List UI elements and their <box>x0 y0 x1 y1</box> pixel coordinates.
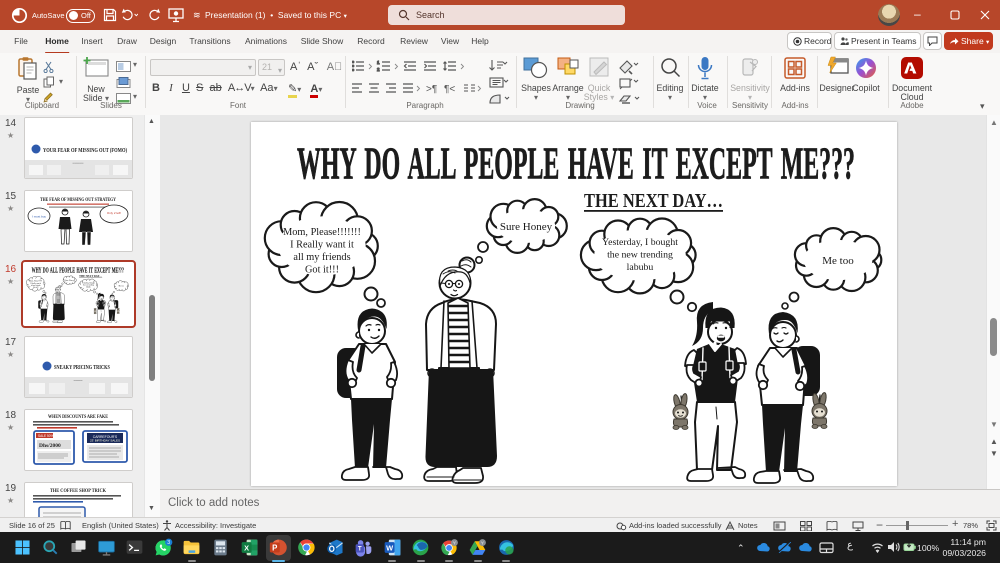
svg-text:Only 2 left!: Only 2 left! <box>107 211 122 215</box>
svg-text:T: T <box>358 545 362 552</box>
svg-text:Mom, Please!!!!!!!: Mom, Please!!!!!!! <box>283 227 361 238</box>
svg-text:Dhs/2000: Dhs/2000 <box>39 443 61 449</box>
svg-text:▬▬▬▬: ▬▬▬▬ <box>74 380 84 382</box>
svg-text:THE COFFEE SHOP TRICK: THE COFFEE SHOP TRICK <box>50 488 107 494</box>
svg-text:Sure Honey: Sure Honey <box>500 221 553 233</box>
svg-text:1: 1 <box>377 60 380 65</box>
svg-text:THE NEXT DAY…: THE NEXT DAY… <box>584 190 723 212</box>
svg-text:I Really want it: I Really want it <box>290 240 354 251</box>
svg-text:YOUR FEAR OF MISSING OUT (FOMO: YOUR FEAR OF MISSING OUT (FOMO) <box>43 147 127 154</box>
svg-text:all my friends: all my friends <box>293 252 350 263</box>
svg-text:X: X <box>244 543 249 552</box>
svg-text:3: 3 <box>167 540 170 546</box>
svg-text:WHY DO ALL PEOPLE HAVE IT EXCE: WHY DO ALL PEOPLE HAVE IT EXCEPT ME??? <box>31 265 124 274</box>
svg-text:¶<: ¶< <box>444 84 455 94</box>
svg-text:Yesterday, I bought: Yesterday, I bought <box>602 237 678 248</box>
svg-text:Me too: Me too <box>118 285 123 287</box>
svg-text:WHEN DISCOUNTS ARE FAKE: WHEN DISCOUNTS ARE FAKE <box>48 414 108 420</box>
svg-text:23' BIRTHDAY SALES: 23' BIRTHDAY SALES <box>90 439 120 443</box>
svg-text:SALE 50%: SALE 50% <box>38 434 54 438</box>
svg-text:▬▬▬▬▬: ▬▬▬▬▬ <box>73 163 85 165</box>
svg-text:Me too: Me too <box>822 255 854 267</box>
svg-text:WHY DO ALL PEOPLE HAVE IT EXCE: WHY DO ALL PEOPLE HAVE IT EXCEPT ME??? <box>297 138 855 189</box>
svg-text:>¶: >¶ <box>426 84 437 94</box>
svg-text:SNEAKY PRICING TRICKS: SNEAKY PRICING TRICKS <box>54 364 110 371</box>
svg-text:Got it!!!: Got it!!! <box>305 265 339 276</box>
svg-text:labubu: labubu <box>627 262 654 273</box>
svg-text:THE FEAR OF MISSING OUT STRATE: THE FEAR OF MISSING OUT STRATEGY <box>40 197 116 203</box>
svg-text:2: 2 <box>377 67 380 72</box>
svg-text:Sure Honey: Sure Honey <box>65 279 74 281</box>
svg-text:THE NEXT DAY…: THE NEXT DAY… <box>79 274 103 278</box>
svg-text:Got it!!!: Got it!!! <box>32 286 38 288</box>
svg-text:the new trending: the new trending <box>607 250 673 261</box>
svg-text:P: P <box>272 543 277 552</box>
svg-text:W: W <box>386 543 393 552</box>
svg-text:I must buy: I must buy <box>32 215 46 219</box>
